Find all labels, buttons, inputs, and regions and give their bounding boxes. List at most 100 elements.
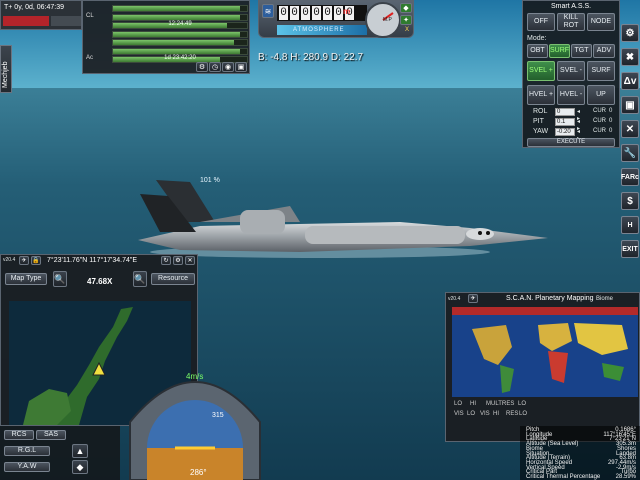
warp-indicator (3, 16, 49, 26)
map-settings-icon[interactable]: ⚙ (173, 256, 183, 265)
wrench-icon[interactable]: ✖ (621, 48, 639, 66)
hvel-plus-button[interactable]: HVEL + (527, 85, 555, 105)
planetary-toggle-top[interactable]: MULTI (486, 401, 504, 410)
gauge-label-mp: M.P (383, 17, 392, 23)
axis-input[interactable]: 0.1 (555, 118, 575, 126)
planetary-toggle-top[interactable]: HI (470, 401, 476, 410)
resources-settings-icon[interactable]: ⚙ (196, 62, 208, 72)
planetary-toggle-bottom[interactable]: VIS (454, 411, 464, 420)
planetary-toggle-bottom[interactable]: VIS (480, 411, 490, 420)
toolbar-exit-button[interactable]: EXIT (621, 240, 639, 258)
scan-planetary-mode[interactable]: Biome (596, 296, 613, 302)
resource-fill (113, 31, 241, 37)
off-button[interactable]: OFF (527, 13, 555, 31)
resource-label: CL (86, 12, 94, 19)
cube-icon[interactable]: ▣ (621, 96, 639, 114)
scan-planetary-version: v20.4 (448, 296, 461, 302)
axis-cur-label: CUR (593, 118, 606, 124)
axis-input[interactable]: 0 (555, 108, 575, 116)
navball-speed: 4m/s (186, 372, 204, 381)
stage-engine-icon[interactable]: ◆ (72, 460, 88, 474)
planetary-toggle-bottom[interactable]: LO (467, 411, 475, 420)
scan-map-coords: 7°23'11.76"N 117°17'34.74"E (47, 257, 138, 264)
planetary-toggle-top[interactable]: RES (502, 401, 514, 410)
mode-tgt-button[interactable]: TGT (571, 44, 592, 58)
mode-surf-button[interactable]: SURF (549, 44, 570, 58)
mission-clock: T+ 0y, 0d, 06:47:39 (4, 4, 64, 11)
close-icon[interactable]: ✕ (185, 256, 195, 265)
lock-icon[interactable]: 🔒 (31, 256, 41, 265)
resource-value: 1d 23:42:20 (164, 55, 196, 61)
atmosphere-label: ATMOSPHERE (293, 27, 345, 33)
altitude-digit: 0 (334, 6, 343, 20)
planetary-toggle-bottom[interactable]: RES (506, 411, 518, 420)
mechjeb-tab[interactable]: Mechjeb (0, 45, 12, 93)
mission-clock-panel: T+ 0y, 0d, 06:47:39 (0, 0, 82, 30)
kill-rot-button[interactable]: KILL ROT (557, 13, 585, 31)
planetary-toggle-bottom[interactable]: HI (493, 411, 499, 420)
resource-bar (112, 39, 248, 46)
node-button[interactable]: NODE (587, 13, 615, 31)
settings-icon[interactable]: ⚙ (621, 24, 639, 42)
flight-info-value: 28.59% (615, 474, 636, 480)
warp-arrows[interactable] (51, 16, 81, 26)
yaw-control[interactable]: Y.A.W (4, 462, 50, 472)
execute-button[interactable]: EXECUTE (527, 138, 615, 147)
satellite-icon[interactable]: ✈ (19, 256, 29, 265)
zoom-in-icon[interactable]: 🔍 (133, 271, 147, 287)
altitude-digit: 0 (323, 6, 332, 20)
axis-cur-value: 0 (609, 108, 613, 114)
tools-icon[interactable]: ✕ (621, 120, 639, 138)
delta-v-icon[interactable]: Δv (621, 72, 639, 90)
stage-part-icon[interactable]: ▲ (72, 444, 88, 458)
bdr-readout: B: -4.8 H: 280.9 D: 22.7 (258, 52, 364, 63)
resource-label: Ac (86, 55, 94, 61)
eye-icon[interactable]: ◉ (222, 62, 234, 72)
svel-minus-button[interactable]: SVEL - (557, 61, 585, 81)
scan-map-version: v20.4 (3, 257, 16, 263)
planetary-satellite-icon[interactable]: ✈ (468, 294, 478, 303)
rcs-toggle[interactable]: RCS (4, 430, 34, 440)
resource-fill (113, 48, 241, 54)
map-type-button[interactable]: Map Type (5, 273, 47, 285)
axis-cur-label: CUR (593, 128, 606, 134)
refresh-icon[interactable]: ↻ (161, 256, 171, 265)
map-zoom: 47.68X (87, 277, 113, 286)
planetary-toggle-top[interactable]: LO (454, 401, 462, 410)
planetary-toggle-top[interactable]: LO (518, 401, 526, 410)
resource-button[interactable]: Resource (151, 273, 195, 285)
up-button[interactable]: UP (587, 85, 615, 105)
pin-icon[interactable]: ▣ (235, 62, 247, 72)
resource-fill (113, 40, 234, 45)
mechjeb-tab-label: Mechjeb (2, 61, 9, 88)
sas-toggle[interactable]: SAS (36, 430, 66, 440)
resource-bar (112, 5, 248, 12)
zoom-out-icon[interactable]: 🔍 (53, 271, 67, 287)
svel-plus-button[interactable]: SVEL + (527, 61, 555, 81)
toolbar-h-button[interactable]: H (621, 216, 639, 234)
surf-button[interactable]: SURF (587, 61, 615, 81)
toolbar-farc-button[interactable]: FARc (621, 168, 639, 186)
altitude-unit: m (343, 7, 351, 16)
spanner-icon[interactable]: 🔧 (621, 144, 639, 162)
resource-fill (113, 6, 241, 11)
mode-label: Mode: (527, 35, 547, 42)
throttle-percent: 101 % (200, 177, 220, 184)
rgl-control[interactable]: R.G.L (4, 446, 50, 456)
altimeter-panel: ≋ 0000000 m ATMOSPHERE M.P X ◆ ✦ (258, 0, 414, 38)
planetary-map[interactable] (452, 307, 638, 397)
clock-icon[interactable]: ◷ (209, 62, 221, 72)
gauge-label-x: X (405, 27, 410, 33)
axis-label: ROL (533, 108, 548, 115)
scan-planetary-title: S.C.A.N. Planetary Mapping (506, 295, 594, 302)
mode-obt-button[interactable]: OBT (527, 44, 548, 58)
planetary-toggle-bottom[interactable]: LO (519, 411, 527, 420)
scan-planetary-panel: v20.4 ✈ S.C.A.N. Planetary Mapping Biome… (445, 292, 640, 442)
mode-adv-button[interactable]: ADV (593, 44, 615, 58)
dollar-icon[interactable]: $ (621, 192, 639, 210)
axis-cur-value: 0 (609, 118, 613, 124)
altitude-digit: 0 (290, 6, 299, 20)
axis-label: PIT (533, 118, 544, 125)
hvel-minus-button[interactable]: HVEL - (557, 85, 585, 105)
axis-input[interactable]: -0.20 (555, 128, 575, 136)
